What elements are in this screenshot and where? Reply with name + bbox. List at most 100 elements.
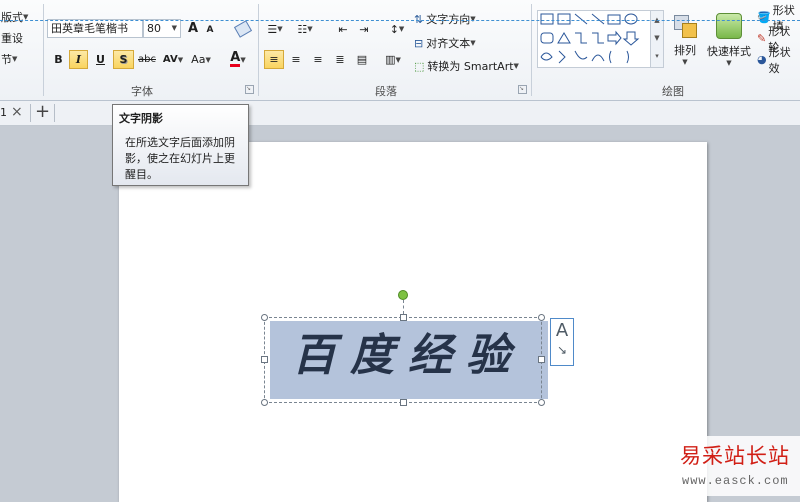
align-left-button[interactable]: ≡	[264, 50, 284, 69]
font-size-combo[interactable]: 80 ▼	[143, 19, 181, 38]
decrease-indent-icon: ⇤	[338, 22, 348, 36]
line-spacing-button[interactable]: ↕ ▼	[385, 20, 409, 38]
italic-button[interactable]: I	[69, 50, 88, 69]
layout-options-button[interactable]: A ↘	[550, 318, 574, 366]
reset-label: 重设	[1, 32, 23, 45]
alignment-guide	[0, 20, 800, 21]
shape-effects-button[interactable]: ◕ 形状效	[756, 46, 800, 75]
text-direction-label: 文字方向	[426, 13, 471, 26]
align-right-button[interactable]: ≡	[308, 50, 328, 69]
watermark-url: www.easck.com	[682, 474, 789, 488]
resize-handle-n[interactable]	[400, 314, 407, 321]
tooltip-body: 在所选文字后面添加阴影，使之在幻灯片上更醒目。	[125, 136, 235, 181]
chevron-down-icon: ▼	[177, 55, 184, 64]
shapes-scroll[interactable]: ▲ ▼ ▾	[650, 10, 664, 68]
chevron-down-icon: ▼	[395, 55, 401, 64]
close-icon[interactable]: ×	[11, 104, 23, 120]
strikethrough-button[interactable]: abc	[136, 50, 158, 69]
align-center-button[interactable]: ≡	[286, 50, 306, 69]
eraser-icon	[233, 19, 253, 38]
arrange-label: 排列	[674, 43, 696, 57]
justify-button[interactable]: ≣	[330, 50, 350, 69]
chevron-down-icon: ▼	[307, 25, 313, 33]
chevron-down-icon: ▼	[682, 57, 688, 66]
chevron-down-icon: ▼	[470, 15, 476, 23]
clear-format-button[interactable]	[233, 19, 253, 38]
decrease-indent-button[interactable]: ⇤	[334, 20, 352, 38]
quick-styles-button[interactable]: 快速样式 ▼	[704, 8, 754, 72]
distributed-button[interactable]: ▤	[352, 50, 372, 69]
rotate-connector	[403, 300, 404, 314]
tab-partial-number[interactable]: 1	[0, 106, 7, 119]
text-direction-button[interactable]: ⇅ 文字方向 ▼	[413, 9, 477, 29]
bold-button[interactable]: B	[49, 50, 68, 69]
reset-button[interactable]: 重设	[0, 29, 24, 47]
layout-button[interactable]: 版式 ▼	[0, 8, 29, 26]
change-case-button[interactable]: Aa ▼	[188, 50, 214, 69]
tab-divider	[30, 104, 31, 122]
shapes-gallery[interactable]	[537, 10, 653, 68]
font-group-label: 字体	[131, 85, 153, 98]
bullets-button[interactable]: ☰ ▼	[263, 20, 287, 38]
convert-smartart-button[interactable]: ⬚ 转换为 SmartArt ▼	[413, 56, 520, 76]
group-separator	[43, 4, 44, 96]
chevron-down-icon: ▼	[277, 25, 283, 33]
convert-smartart-label: 转换为 SmartArt	[427, 60, 514, 73]
numbering-icon: ☷	[297, 22, 308, 36]
columns-icon: ▥	[385, 53, 396, 66]
align-center-icon: ≡	[291, 53, 301, 66]
align-text-button[interactable]: ⊟ 对齐文本 ▼	[413, 33, 477, 53]
font-name-value: 田英章毛笔楷书	[51, 22, 128, 35]
arrange-icon	[674, 14, 697, 38]
selected-textbox[interactable]: 百度经验	[264, 317, 542, 403]
font-dialog-launcher[interactable]: ↘	[245, 85, 254, 94]
grow-font-button[interactable]: A	[185, 20, 201, 37]
resize-handle-e[interactable]	[538, 356, 545, 363]
char-spacing-button[interactable]: AV ▼	[160, 50, 186, 69]
columns-button[interactable]: ▥ ▼	[380, 50, 406, 69]
align-text-icon: ⊟	[414, 36, 424, 50]
resize-handle-nw[interactable]	[261, 314, 268, 321]
layout-label: 版式	[1, 11, 23, 24]
chevron-down-icon: ▼	[513, 62, 519, 70]
numbering-button[interactable]: ☷ ▼	[293, 20, 317, 38]
align-text-label: 对齐文本	[426, 37, 471, 50]
font-color-label: A	[230, 50, 241, 67]
chevron-down-icon: ▼	[240, 55, 246, 64]
section-button[interactable]: 节 ▼	[0, 50, 18, 68]
distributed-icon: ▤	[356, 53, 368, 66]
textbox-text[interactable]: 百度经验	[269, 324, 547, 388]
resize-handle-ne[interactable]	[538, 314, 545, 321]
resize-handle-s[interactable]	[400, 399, 407, 406]
rotate-handle[interactable]	[398, 290, 408, 300]
text-shadow-label: S	[119, 53, 128, 66]
paragraph-group-label: 段落	[375, 85, 397, 98]
tab-divider	[54, 104, 55, 122]
add-tab-icon[interactable]: +	[35, 101, 50, 122]
paragraph-dialog-launcher[interactable]: ↘	[518, 85, 527, 94]
increase-indent-button[interactable]: ⇥	[355, 20, 373, 38]
resize-handle-sw[interactable]	[261, 399, 268, 406]
align-right-icon: ≡	[313, 53, 323, 66]
chevron-down-icon: ▼	[470, 39, 476, 47]
group-separator	[258, 4, 259, 96]
watermark-logo-text: 易采站长站	[680, 444, 790, 468]
watermark: 易采站长站 www.easck.com	[674, 436, 800, 496]
font-color-button[interactable]: A ▼	[225, 50, 251, 69]
line-spacing-icon: ↕	[389, 22, 399, 36]
arrange-button[interactable]: 排列 ▼	[668, 8, 702, 72]
bullets-icon: ☰	[267, 22, 278, 36]
italic-label: I	[75, 53, 82, 66]
font-name-combo[interactable]: 田英章毛笔楷书	[47, 19, 143, 38]
chevron-down-icon: ▼	[398, 25, 405, 33]
underline-button[interactable]: U	[91, 50, 110, 69]
text-shadow-button[interactable]: S	[113, 50, 134, 69]
resize-handle-w[interactable]	[261, 356, 268, 363]
shrink-font-button[interactable]: A	[203, 22, 217, 37]
smartart-icon: ⬚	[414, 59, 425, 73]
pencil-icon: ✎	[757, 32, 767, 45]
text-a-icon: A	[555, 320, 569, 341]
effects-icon: ◕	[757, 53, 767, 66]
group-separator	[531, 4, 532, 96]
resize-handle-se[interactable]	[538, 399, 545, 406]
